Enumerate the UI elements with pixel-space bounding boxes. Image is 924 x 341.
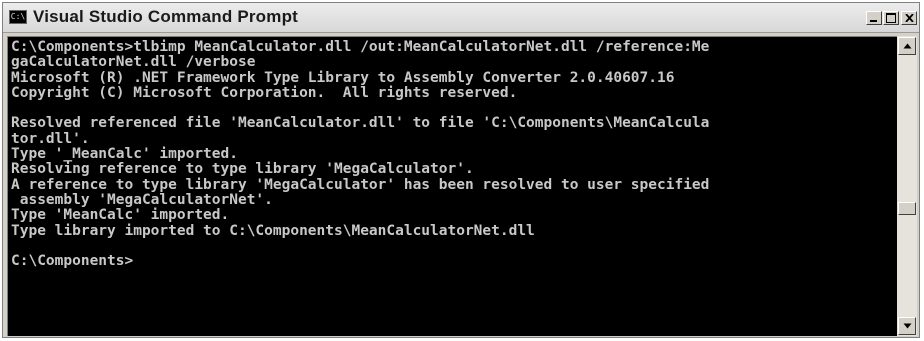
scrollbar-thumb[interactable] [898,202,916,215]
title-bar[interactable]: C:\ Visual Studio Command Prompt [3,3,919,33]
console-output[interactable]: C:\Components>tlbimp MeanCalculator.dll … [7,36,897,336]
scroll-up-button[interactable] [898,37,916,55]
minimize-button[interactable] [866,11,882,25]
maximize-button[interactable] [883,11,899,25]
command-prompt-window: C:\ Visual Studio Command Prompt C:\Comp… [2,2,920,338]
close-button[interactable] [901,11,917,25]
scroll-down-button[interactable] [898,317,916,335]
scroll-up-arrow-icon [903,43,912,49]
console-app-icon[interactable]: C:\ [9,10,27,24]
scroll-down-arrow-icon [903,323,912,329]
vertical-scrollbar[interactable] [897,36,917,336]
console-text: C:\Components>tlbimp MeanCalculator.dll … [11,39,710,270]
close-icon [905,14,914,22]
window-title: Visual Studio Command Prompt [33,7,299,26]
